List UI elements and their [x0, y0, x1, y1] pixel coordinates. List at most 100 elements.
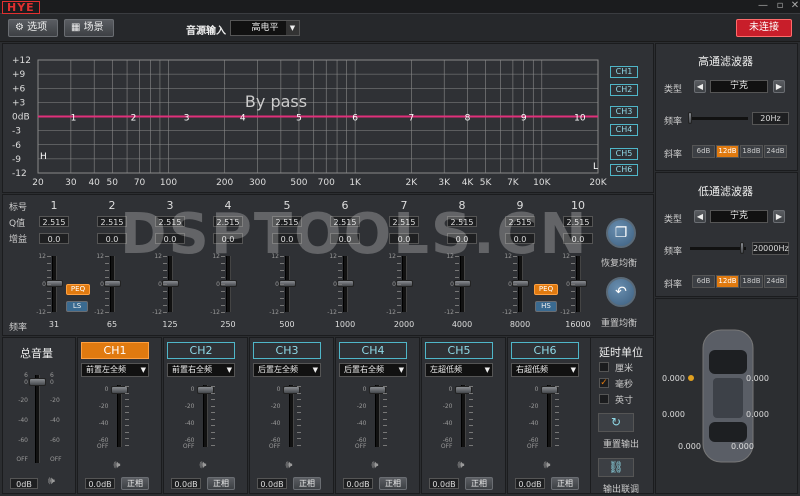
delay-unit-checkbox[interactable] [599, 394, 609, 404]
lpf-slope-24db[interactable]: 24dB [764, 275, 787, 288]
hpf-freq-knob[interactable] [688, 112, 692, 124]
speaker-delay-readout[interactable]: 0.000 [746, 374, 769, 383]
band-marker[interactable]: 6 [352, 114, 358, 124]
band-marker[interactable]: 3 [184, 114, 190, 124]
channel-level-value[interactable]: 0.0dB [343, 478, 373, 489]
speaker-icon[interactable]: 🕪 [48, 474, 55, 488]
restore-button[interactable]: ▫ [773, 0, 787, 13]
band-q-input[interactable]: 2.515 [39, 216, 69, 227]
peq-button-band1[interactable]: PEQ [66, 284, 90, 295]
channel-level-value[interactable]: 0.0dB [429, 478, 459, 489]
lpf-freq-input[interactable]: 20000Hz [752, 242, 789, 255]
channel-phase-button[interactable]: 正相 [551, 477, 579, 490]
lpf-slope-12db[interactable]: 12dB [716, 275, 739, 288]
connect-status-button[interactable]: 未连接 [736, 19, 792, 37]
reset-eq-button[interactable]: ↶ [606, 277, 636, 307]
source-input-select[interactable]: 高电平 ▼ [230, 20, 300, 36]
delay-unit-checkbox[interactable]: ✓ [599, 378, 609, 388]
link-output-button[interactable]: ⛓ [598, 458, 634, 477]
hpf-freq-input[interactable]: 20Hz [752, 112, 789, 125]
hpf-slope-6db[interactable]: 6dB [692, 145, 715, 158]
channel-volume-slider[interactable] [116, 385, 122, 447]
channel-select-ch6[interactable]: CH6 [511, 342, 579, 359]
scene-button[interactable]: ▦ 场景 [64, 19, 114, 37]
channel-level-value[interactable]: 0.0dB [257, 478, 287, 489]
band-marker[interactable]: 1 [71, 114, 77, 124]
speaker-delay-readout[interactable]: 0.000 [662, 410, 685, 419]
channel-select-ch2[interactable]: CH2 [167, 342, 235, 359]
speaker-icon[interactable]: 🕪 [458, 458, 465, 472]
band-marker[interactable]: 5 [296, 114, 302, 124]
channel-assign-select[interactable]: 左超低频 ▼ [425, 363, 493, 377]
channel-volume-slider[interactable] [546, 385, 552, 447]
delay-unit-checkbox[interactable] [599, 362, 609, 372]
ls-button[interactable]: LS [66, 301, 88, 312]
channel-phase-button[interactable]: 正相 [379, 477, 407, 490]
peq-button-band9[interactable]: PEQ [534, 284, 558, 295]
hpf-type-next-button[interactable]: ▶ [773, 80, 785, 93]
lpf-type-prev-button[interactable]: ◀ [694, 210, 706, 223]
master-volume-knob[interactable] [29, 378, 46, 386]
options-button[interactable]: ⚙ 选项 [8, 19, 58, 37]
lpf-type-next-button[interactable]: ▶ [773, 210, 785, 223]
band-marker[interactable]: 7 [408, 114, 414, 124]
restore-eq-button[interactable]: ❐ [606, 218, 636, 248]
minimize-button[interactable]: — [756, 0, 770, 13]
master-volume-value[interactable]: 0dB [10, 478, 38, 489]
channel-phase-button[interactable]: 正相 [293, 477, 321, 490]
graph-channel-ch2[interactable]: CH2 [610, 84, 638, 96]
channel-select-ch3[interactable]: CH3 [253, 342, 321, 359]
speaker-icon[interactable]: 🕪 [114, 458, 121, 472]
speaker-icon[interactable]: 🕪 [286, 458, 293, 472]
channel-assign-select[interactable]: 右超低频 ▼ [511, 363, 579, 377]
band-marker[interactable]: 4 [240, 114, 246, 124]
band-marker[interactable]: 10 [574, 114, 586, 124]
channel-select-ch1[interactable]: CH1 [81, 342, 149, 359]
lpf-slope-18db[interactable]: 18dB [740, 275, 763, 288]
channel-volume-slider[interactable] [202, 385, 208, 447]
band-gain-input[interactable]: 0.0 [39, 233, 69, 244]
channel-select-ch5[interactable]: CH5 [425, 342, 493, 359]
channel-level-value[interactable]: 0.0dB [171, 478, 201, 489]
graph-channel-ch3[interactable]: CH3 [610, 106, 638, 118]
speaker-icon[interactable]: 🕪 [200, 458, 207, 472]
channel-phase-button[interactable]: 正相 [121, 477, 149, 490]
channel-assign-select[interactable]: 后置左全频 ▼ [253, 363, 321, 377]
hpf-slope-24db[interactable]: 24dB [764, 145, 787, 158]
channel-assign-select[interactable]: 前置左全频 ▼ [81, 363, 149, 377]
hpf-type-prev-button[interactable]: ◀ [694, 80, 706, 93]
band-marker[interactable]: 2 [131, 114, 137, 124]
channel-select-ch4[interactable]: CH4 [339, 342, 407, 359]
channel-phase-button[interactable]: 正相 [207, 477, 235, 490]
channel-volume-slider[interactable] [460, 385, 466, 447]
hpf-freq-slider[interactable] [688, 112, 748, 124]
lpf-slope-6db[interactable]: 6dB [692, 275, 715, 288]
speaker-icon[interactable]: 🕪 [544, 458, 551, 472]
speaker-delay-readout[interactable]: 0.000 [662, 374, 685, 383]
graph-channel-ch4[interactable]: CH4 [610, 124, 638, 136]
lpf-marker[interactable]: L [593, 162, 598, 172]
channel-assign-select[interactable]: 后置右全频 ▼ [339, 363, 407, 377]
hs-button[interactable]: HS [535, 301, 557, 312]
lpf-freq-slider[interactable] [690, 242, 746, 254]
reset-output-button[interactable]: ↻ [598, 413, 634, 432]
hpf-slope-18db[interactable]: 18dB [740, 145, 763, 158]
hpf-slope-12db[interactable]: 12dB [716, 145, 739, 158]
master-volume-slider[interactable] [35, 375, 40, 463]
speaker-icon[interactable]: 🕪 [372, 458, 379, 472]
channel-assign-select[interactable]: 前置右全频 ▼ [167, 363, 235, 377]
band-marker[interactable]: 8 [465, 114, 471, 124]
speaker-delay-readout[interactable]: 0.000 [731, 442, 754, 451]
hpf-marker[interactable]: H [40, 152, 47, 162]
speaker-delay-readout[interactable]: 0.000 [678, 442, 701, 451]
channel-level-value[interactable]: 0.0dB [515, 478, 545, 489]
speaker-delay-readout[interactable]: 0.000 [746, 410, 769, 419]
graph-channel-ch1[interactable]: CH1 [610, 66, 638, 78]
graph-channel-ch5[interactable]: CH5 [610, 148, 638, 160]
channel-volume-slider[interactable] [288, 385, 294, 447]
channel-level-value[interactable]: 0.0dB [85, 478, 115, 489]
close-window-button[interactable]: ✕ [788, 0, 800, 13]
graph-channel-ch6[interactable]: CH6 [610, 164, 638, 176]
channel-phase-button[interactable]: 正相 [465, 477, 493, 490]
band-marker[interactable]: 9 [521, 114, 527, 124]
